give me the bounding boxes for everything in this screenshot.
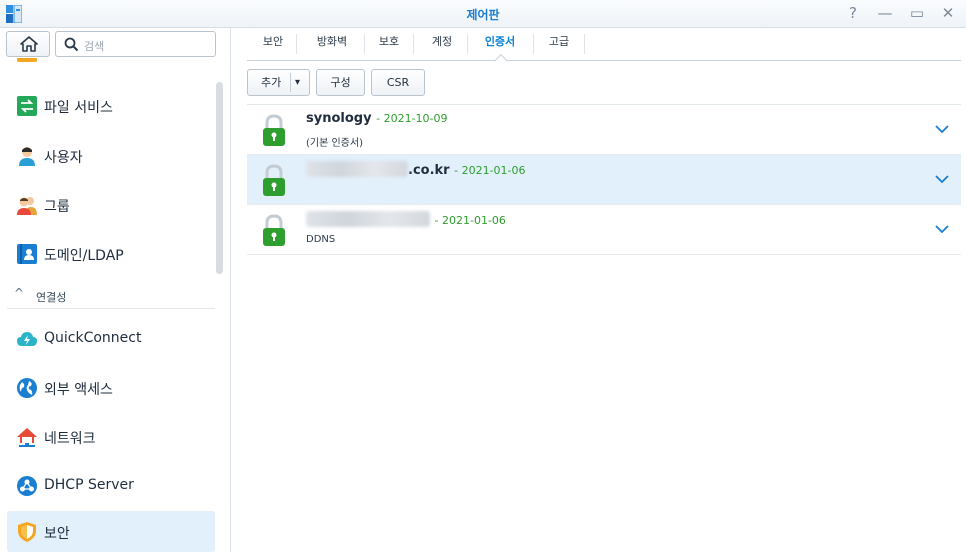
certificate-domain: synology — [306, 111, 372, 126]
dropdown-arrow-icon[interactable]: ▾ — [295, 70, 300, 95]
tab-divider — [584, 34, 585, 54]
dhcp-server-icon — [17, 476, 37, 496]
title-bar: 제어판 ? — ▭ ✕ — [0, 0, 966, 28]
section-label: 연결성 — [36, 291, 67, 304]
sidebar-item-label: DHCP Server — [44, 477, 134, 493]
certificate-name: .co.kr - 2021-01-06 — [306, 161, 526, 178]
certificate-name: synology - 2021-10-09 — [306, 111, 448, 126]
tab-protection[interactable]: 보호 — [371, 28, 407, 60]
tab-account[interactable]: 계정 — [424, 28, 460, 60]
sidebar-item-label: 그룹 — [44, 199, 70, 215]
domain-ldap-icon — [17, 244, 37, 264]
sidebar-item-external-access[interactable]: 외부 액세스 — [7, 367, 215, 408]
network-icon — [17, 428, 37, 447]
sidebar-scrollbar[interactable] — [216, 82, 223, 274]
certificate-description: (기본 인증서) — [306, 138, 363, 149]
add-button-label: 추가 — [261, 76, 282, 89]
sidebar-item-domain-ldap[interactable]: 도메인/LDAP — [7, 233, 215, 274]
sidebar-item-label: 보안 — [44, 526, 70, 542]
sidebar-item-label: 도메인/LDAP — [44, 248, 124, 264]
tab-divider — [413, 34, 414, 54]
sidebar-item-quickconnect[interactable]: QuickConnect — [7, 318, 215, 359]
redacted-domain — [306, 211, 430, 227]
security-shield-icon — [18, 522, 36, 542]
maximize-button[interactable]: ▭ — [906, 2, 928, 24]
tab-bar: 보안 방화벽 보호 계정 인증서 고급 — [247, 28, 961, 61]
sidebar-item-security[interactable]: 보안 — [7, 511, 215, 552]
sidebar-item-network[interactable]: 네트워크 — [7, 416, 215, 457]
lock-icon — [263, 114, 285, 146]
sidebar-item-label: 네트워크 — [44, 431, 96, 447]
sidebar-item-label: 파일 서비스 — [44, 100, 113, 116]
tab-firewall[interactable]: 방화벽 — [305, 28, 359, 60]
csr-button[interactable]: CSR — [371, 69, 425, 96]
search-input[interactable]: 검색 — [55, 31, 216, 57]
split-divider — [290, 73, 291, 92]
chevron-up-icon: ^ — [14, 286, 25, 300]
chevron-down-icon[interactable] — [935, 123, 949, 135]
close-button[interactable]: ✕ — [937, 2, 959, 24]
certificate-row[interactable]: synology - 2021-10-09 (기본 인증서) — [247, 105, 961, 155]
sidebar: 검색 파일 서비스 사용자 그룹 도메인/LDAP ^ 연결성 QuickCon… — [0, 28, 231, 552]
certificate-expiry-date: - 2021-01-06 — [434, 214, 506, 227]
search-placeholder: 검색 — [84, 40, 105, 53]
certificate-domain: .co.kr — [408, 163, 450, 178]
sidebar-item-group[interactable]: 그룹 — [7, 184, 215, 225]
window-title: 제어판 — [466, 8, 500, 22]
sidebar-item-label: QuickConnect — [44, 330, 142, 346]
search-icon — [64, 37, 79, 52]
certificate-expiry-date: - 2021-10-09 — [376, 112, 448, 125]
sidebar-item-label: 외부 액세스 — [44, 382, 113, 398]
tab-divider — [364, 34, 365, 54]
section-connectivity[interactable]: ^ 연결성 — [7, 285, 215, 309]
configure-button[interactable]: 구성 — [316, 69, 365, 96]
file-services-icon — [17, 96, 37, 116]
tab-advanced[interactable]: 고급 — [541, 28, 577, 60]
certificate-name: - 2021-01-06 — [306, 211, 506, 228]
external-access-icon — [17, 378, 37, 398]
redacted-domain — [306, 161, 408, 177]
help-button[interactable]: ? — [842, 2, 864, 24]
lock-icon — [263, 214, 285, 246]
quickconnect-icon — [17, 332, 37, 346]
chevron-down-icon[interactable] — [935, 173, 949, 185]
lock-icon — [263, 164, 285, 196]
sidebar-item-file-services[interactable]: 파일 서비스 — [7, 85, 215, 126]
sidebar-item-dhcp-server[interactable]: DHCP Server — [7, 465, 215, 506]
user-icon — [19, 147, 35, 166]
certificate-description: DDNS — [306, 234, 336, 245]
certificate-row[interactable]: .co.kr - 2021-01-06 — [247, 155, 961, 205]
home-icon — [20, 36, 38, 52]
home-button[interactable] — [6, 31, 50, 57]
shared-folder-icon — [17, 58, 37, 62]
certificate-expiry-date: - 2021-01-06 — [454, 164, 526, 177]
tab-divider — [467, 34, 468, 54]
minimize-button[interactable]: — — [874, 2, 896, 24]
tab-divider — [296, 34, 297, 54]
tab-security[interactable]: 보안 — [255, 28, 291, 60]
sidebar-item-user[interactable]: 사용자 — [7, 135, 215, 176]
add-button[interactable]: 추가 ▾ — [247, 69, 310, 96]
tab-divider — [533, 34, 534, 54]
chevron-down-icon[interactable] — [935, 223, 949, 235]
sidebar-item-label: 사용자 — [44, 150, 83, 166]
certificate-row[interactable]: - 2021-01-06 DDNS — [247, 205, 961, 255]
group-icon — [17, 197, 37, 215]
